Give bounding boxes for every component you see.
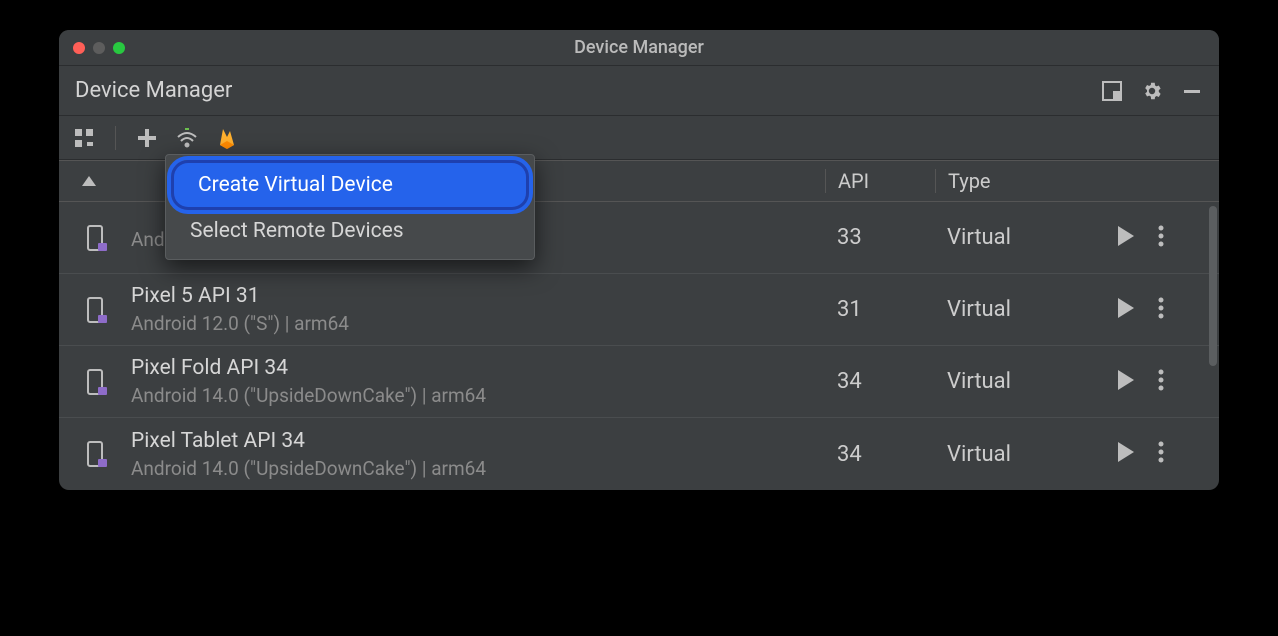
play-icon[interactable] bbox=[1116, 369, 1136, 395]
wifi-pair-icon[interactable] bbox=[176, 127, 198, 149]
device-row[interactable]: Pixel Fold API 34 Android 14.0 ("UpsideD… bbox=[59, 346, 1219, 418]
more-icon[interactable] bbox=[1158, 297, 1164, 323]
view-options-icon[interactable] bbox=[73, 127, 95, 149]
vertical-scrollbar[interactable] bbox=[1209, 206, 1217, 366]
device-manager-window: Device Manager Device Manager bbox=[59, 30, 1219, 490]
phone-icon bbox=[85, 297, 107, 323]
device-type: Virtual bbox=[935, 297, 1085, 322]
phone-icon bbox=[85, 369, 107, 395]
device-api: 33 bbox=[825, 225, 935, 250]
toolbar-separator bbox=[115, 126, 116, 150]
panel-header: Device Manager bbox=[59, 66, 1219, 116]
device-api: 34 bbox=[825, 442, 935, 467]
titlebar: Device Manager bbox=[59, 30, 1219, 66]
add-device-menu: Create Virtual Device Select Remote Devi… bbox=[165, 154, 535, 260]
phone-icon bbox=[85, 225, 107, 251]
device-name: Pixel Fold API 34 bbox=[131, 356, 813, 380]
device-row[interactable]: Pixel Tablet API 34 Android 14.0 ("Upsid… bbox=[59, 418, 1219, 490]
device-type: Virtual bbox=[935, 225, 1085, 250]
api-column-header[interactable]: API bbox=[825, 169, 935, 193]
device-api: 31 bbox=[825, 297, 935, 322]
minimize-panel-icon[interactable] bbox=[1181, 80, 1203, 102]
device-name: Pixel 5 API 31 bbox=[131, 284, 813, 308]
play-icon[interactable] bbox=[1116, 225, 1136, 251]
play-icon[interactable] bbox=[1116, 297, 1136, 323]
window-title: Device Manager bbox=[59, 37, 1219, 58]
window-mode-icon[interactable] bbox=[1101, 80, 1123, 102]
menu-create-virtual-device[interactable]: Create Virtual Device bbox=[174, 163, 526, 207]
phone-icon bbox=[85, 441, 107, 467]
device-subtitle: Android 14.0 ("UpsideDownCake") | arm64 bbox=[131, 384, 813, 407]
more-icon[interactable] bbox=[1158, 225, 1164, 251]
panel-actions bbox=[1101, 80, 1203, 102]
type-column-header[interactable]: Type bbox=[935, 169, 1085, 193]
toolbar: Create Virtual Device Select Remote Devi… bbox=[59, 116, 1219, 160]
sort-asc-icon bbox=[82, 176, 96, 186]
sort-column-header[interactable] bbox=[59, 176, 119, 186]
gear-icon[interactable] bbox=[1141, 80, 1163, 102]
device-subtitle: Android 14.0 ("UpsideDownCake") | arm64 bbox=[131, 457, 813, 480]
device-name: Pixel Tablet API 34 bbox=[131, 429, 813, 453]
menu-select-remote-devices[interactable]: Select Remote Devices bbox=[166, 209, 534, 253]
add-device-icon[interactable] bbox=[136, 127, 158, 149]
device-subtitle: Android 12.0 ("S") | arm64 bbox=[131, 312, 813, 335]
more-icon[interactable] bbox=[1158, 369, 1164, 395]
device-api: 34 bbox=[825, 369, 935, 394]
play-icon[interactable] bbox=[1116, 441, 1136, 467]
firebase-icon[interactable] bbox=[216, 127, 238, 149]
device-row[interactable]: Pixel 5 API 31 Android 12.0 ("S") | arm6… bbox=[59, 274, 1219, 346]
panel-title: Device Manager bbox=[75, 78, 1101, 103]
more-icon[interactable] bbox=[1158, 441, 1164, 467]
device-type: Virtual bbox=[935, 442, 1085, 467]
device-type: Virtual bbox=[935, 369, 1085, 394]
